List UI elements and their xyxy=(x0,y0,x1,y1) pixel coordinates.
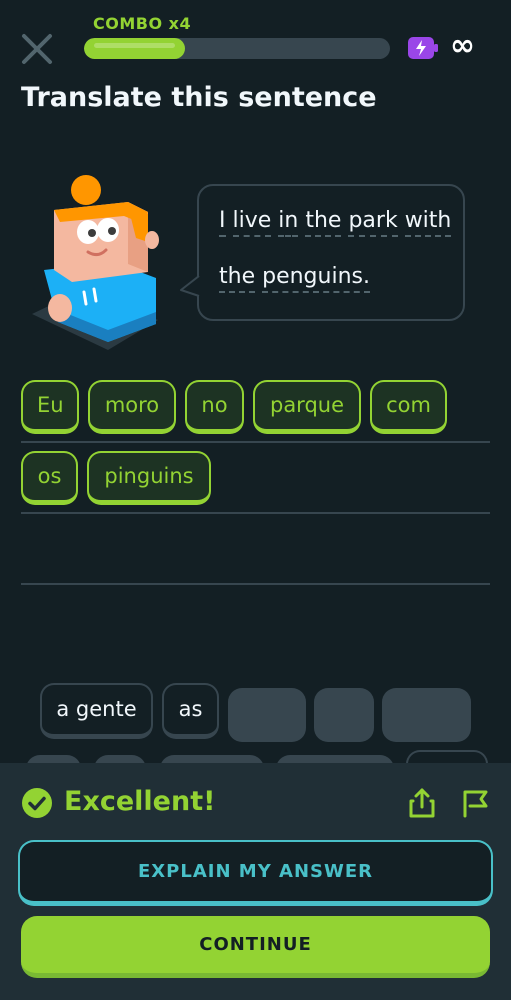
word-bank-empty-slot xyxy=(314,688,374,742)
word-bank-chip[interactable]: a gente xyxy=(40,683,153,739)
word-bank-chip[interactable]: as xyxy=(162,683,219,739)
energy-icon[interactable] xyxy=(407,36,439,60)
answer-line-1 xyxy=(21,441,490,443)
page-title: Translate this sentence xyxy=(21,82,377,113)
bubble-word[interactable]: I xyxy=(219,208,226,237)
progress-fill xyxy=(84,38,185,59)
bubble-word[interactable]: the xyxy=(305,208,342,237)
answer-chip[interactable]: moro xyxy=(88,380,176,434)
bubble-word[interactable]: with xyxy=(404,208,452,237)
word-bank-empty-slot xyxy=(382,688,471,742)
character-illustration xyxy=(32,175,159,350)
feedback-title: Excellent! xyxy=(64,786,216,817)
close-icon[interactable] xyxy=(18,30,56,68)
answer-chip[interactable]: Eu xyxy=(21,380,79,434)
infinity-symbol: ∞ xyxy=(450,28,475,63)
bubble-word[interactable]: in xyxy=(278,208,299,237)
continue-button[interactable]: CONTINUE xyxy=(21,916,490,978)
share-icon[interactable] xyxy=(405,786,439,820)
bubble-word[interactable]: penguins. xyxy=(262,264,370,293)
bubble-line-1: I live in the park with xyxy=(219,208,452,237)
bubble-word[interactable]: live xyxy=(232,208,272,237)
answer-chip[interactable]: parque xyxy=(253,380,361,434)
answer-chip[interactable]: os xyxy=(21,451,78,505)
bubble-line-2: the penguins. xyxy=(219,264,370,293)
bubble-word[interactable]: the xyxy=(219,264,256,293)
answer-chip[interactable]: no xyxy=(185,380,244,434)
flag-icon[interactable] xyxy=(458,786,492,820)
bubble-word[interactable]: park xyxy=(348,208,398,237)
combo-label: COMBO x4 xyxy=(93,14,192,33)
progress-bar xyxy=(84,38,390,59)
answer-line-2 xyxy=(21,512,490,514)
answer-line-3 xyxy=(21,583,490,585)
check-circle-icon xyxy=(22,788,52,818)
answer-chip[interactable]: pinguins xyxy=(87,451,211,505)
speech-bubble: I live in the park with the penguins. xyxy=(197,184,465,321)
explain-my-answer-button[interactable]: EXPLAIN MY ANSWER xyxy=(18,840,493,906)
word-bank-empty-slot xyxy=(228,688,306,742)
answer-chip[interactable]: com xyxy=(370,380,447,434)
speech-bubble-tail xyxy=(180,276,200,297)
